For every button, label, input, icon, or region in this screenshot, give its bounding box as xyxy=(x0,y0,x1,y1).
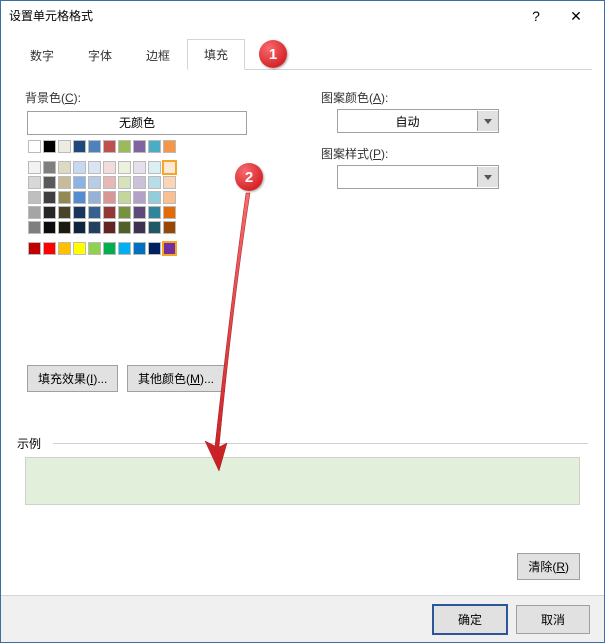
color-swatch[interactable] xyxy=(133,242,146,255)
color-swatch[interactable] xyxy=(28,140,41,153)
color-swatch[interactable] xyxy=(28,206,41,219)
color-swatch[interactable] xyxy=(133,206,146,219)
color-swatch[interactable] xyxy=(163,140,176,153)
color-swatch[interactable] xyxy=(118,191,131,204)
annotation-callout-1: 1 xyxy=(259,40,287,68)
window-title: 设置单元格格式 xyxy=(9,1,516,31)
color-swatch[interactable] xyxy=(43,206,56,219)
color-swatch[interactable] xyxy=(58,242,71,255)
color-swatch[interactable] xyxy=(103,242,116,255)
color-swatch[interactable] xyxy=(58,191,71,204)
color-swatch[interactable] xyxy=(73,242,86,255)
ok-button[interactable]: 确定 xyxy=(432,604,508,635)
color-swatch[interactable] xyxy=(73,140,86,153)
color-swatch[interactable] xyxy=(163,161,176,174)
color-swatch[interactable] xyxy=(148,191,161,204)
color-swatch[interactable] xyxy=(43,140,56,153)
color-swatch[interactable] xyxy=(118,206,131,219)
tab-font[interactable]: 字体 xyxy=(71,40,129,70)
chevron-down-icon[interactable] xyxy=(477,111,498,131)
color-swatch[interactable] xyxy=(163,176,176,189)
more-colors-button[interactable]: 其他颜色(M)... xyxy=(127,365,225,392)
color-swatch[interactable] xyxy=(43,176,56,189)
color-swatch[interactable] xyxy=(73,206,86,219)
color-swatch[interactable] xyxy=(118,176,131,189)
dialog-footer: 确定 取消 xyxy=(1,595,604,642)
color-swatch[interactable] xyxy=(43,161,56,174)
color-swatch[interactable] xyxy=(58,206,71,219)
tab-number[interactable]: 数字 xyxy=(13,40,71,70)
color-swatch[interactable] xyxy=(148,206,161,219)
color-swatch[interactable] xyxy=(163,242,176,255)
color-swatch[interactable] xyxy=(148,242,161,255)
pattern-color-value: 自动 xyxy=(338,113,477,130)
color-swatch[interactable] xyxy=(73,161,86,174)
color-swatch[interactable] xyxy=(43,221,56,234)
color-swatch[interactable] xyxy=(133,221,146,234)
color-swatch[interactable] xyxy=(118,221,131,234)
color-swatch[interactable] xyxy=(43,242,56,255)
tab-border[interactable]: 边框 xyxy=(129,40,187,70)
chevron-down-icon[interactable] xyxy=(477,167,498,187)
color-swatch[interactable] xyxy=(88,191,101,204)
color-swatch[interactable] xyxy=(28,191,41,204)
color-swatch[interactable] xyxy=(88,140,101,153)
color-swatch[interactable] xyxy=(148,176,161,189)
color-swatch[interactable] xyxy=(148,221,161,234)
color-swatch[interactable] xyxy=(88,161,101,174)
color-swatch[interactable] xyxy=(58,221,71,234)
color-swatch[interactable] xyxy=(103,221,116,234)
color-swatch[interactable] xyxy=(163,206,176,219)
color-swatch[interactable] xyxy=(28,242,41,255)
sample-preview xyxy=(25,457,580,505)
color-swatch[interactable] xyxy=(28,161,41,174)
color-swatch[interactable] xyxy=(133,140,146,153)
color-swatch[interactable] xyxy=(118,161,131,174)
annotation-callout-2: 2 xyxy=(235,163,263,191)
pattern-color-select[interactable]: 自动 xyxy=(337,109,499,133)
color-swatch[interactable] xyxy=(58,176,71,189)
color-swatch[interactable] xyxy=(58,140,71,153)
color-swatch[interactable] xyxy=(88,206,101,219)
close-icon[interactable]: ✕ xyxy=(556,1,596,31)
fill-effects-button[interactable]: 填充效果(I)... xyxy=(27,365,118,392)
pattern-color-label: 图案颜色(A): xyxy=(321,89,388,106)
pattern-style-select[interactable] xyxy=(337,165,499,189)
color-swatch[interactable] xyxy=(163,221,176,234)
color-swatch[interactable] xyxy=(148,140,161,153)
color-swatch[interactable] xyxy=(73,221,86,234)
color-swatch[interactable] xyxy=(103,140,116,153)
cancel-button[interactable]: 取消 xyxy=(516,605,590,634)
color-swatch[interactable] xyxy=(103,161,116,174)
pattern-style-label: 图案样式(P): xyxy=(321,145,388,162)
color-swatch[interactable] xyxy=(163,191,176,204)
color-swatch[interactable] xyxy=(58,161,71,174)
sample-divider xyxy=(53,443,588,444)
tab-strip: 数字 字体 边框 填充 xyxy=(13,39,592,70)
color-swatch[interactable] xyxy=(133,176,146,189)
color-swatch[interactable] xyxy=(118,242,131,255)
bg-color-label: 背景色(C): xyxy=(25,89,81,106)
color-palette xyxy=(27,139,177,256)
color-swatch[interactable] xyxy=(103,191,116,204)
color-swatch[interactable] xyxy=(28,221,41,234)
color-swatch[interactable] xyxy=(73,191,86,204)
sample-label: 示例 xyxy=(17,435,41,452)
color-swatch[interactable] xyxy=(118,140,131,153)
color-swatch[interactable] xyxy=(28,176,41,189)
tab-fill[interactable]: 填充 xyxy=(187,39,245,70)
color-swatch[interactable] xyxy=(88,221,101,234)
clear-button[interactable]: 清除(R) xyxy=(517,553,580,580)
color-swatch[interactable] xyxy=(103,206,116,219)
no-color-button[interactable]: 无颜色 xyxy=(27,111,247,135)
color-swatch[interactable] xyxy=(103,176,116,189)
color-swatch[interactable] xyxy=(88,242,101,255)
help-icon[interactable]: ? xyxy=(516,1,556,31)
color-swatch[interactable] xyxy=(133,161,146,174)
color-swatch[interactable] xyxy=(148,161,161,174)
color-swatch[interactable] xyxy=(133,191,146,204)
color-swatch[interactable] xyxy=(73,176,86,189)
color-swatch[interactable] xyxy=(43,191,56,204)
color-swatch[interactable] xyxy=(88,176,101,189)
